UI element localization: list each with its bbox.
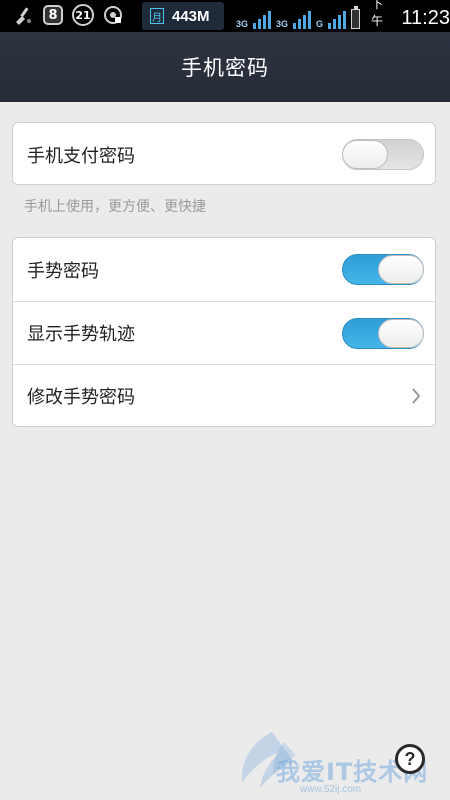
payment-password-label: 手机支付密码: [27, 145, 135, 167]
show-gesture-trace-toggle[interactable]: [342, 318, 424, 349]
toggle-knob: [378, 255, 424, 284]
show-gesture-trace-row[interactable]: 显示手势轨迹: [13, 301, 435, 364]
gesture-password-toggle[interactable]: [342, 254, 424, 285]
signal-strength-icon: [293, 9, 312, 29]
signal-strength-icon: [253, 9, 272, 29]
change-gesture-password-row[interactable]: 修改手势密码: [13, 364, 435, 427]
payment-password-row[interactable]: 手机支付密码: [13, 123, 435, 186]
moon-icon: 月: [150, 8, 164, 24]
chevron-right-icon: [412, 388, 421, 404]
battery-icon: [351, 6, 361, 29]
network-speed-indicator: 月 443M: [142, 2, 224, 30]
cleaner-icon: [12, 4, 34, 26]
payment-password-card: 手机支付密码: [12, 122, 436, 185]
disc-icon: [103, 4, 123, 26]
network-speed: 443M: [172, 7, 210, 25]
page-title: 手机密码: [181, 56, 269, 80]
status-bar: 8 21 月 443M 3G 3G G 下午 11:23: [0, 0, 450, 32]
toggle-knob: [378, 319, 424, 348]
gesture-password-card: 手势密码 显示手势轨迹 修改手势密码: [12, 237, 436, 427]
network-type-label: 3G: [236, 19, 249, 29]
am-pm-label: 下午: [371, 0, 384, 28]
payment-password-toggle[interactable]: [342, 139, 424, 170]
toggle-knob: [342, 140, 388, 169]
help-button[interactable]: ?: [395, 744, 425, 774]
notification-badge-icon: 8: [43, 5, 63, 25]
calendar-badge-icon: 21: [72, 4, 94, 26]
watermark-url: www.52ij.com: [300, 784, 362, 795]
gesture-password-label: 手势密码: [27, 260, 99, 282]
title-bar: 手机密码: [0, 32, 450, 102]
signal-strength-icon: [328, 9, 347, 29]
network-type-label: 3G: [276, 19, 289, 29]
show-gesture-trace-label: 显示手势轨迹: [27, 324, 135, 345]
network-type-label: G: [316, 19, 324, 29]
clock: 11:23: [401, 7, 450, 29]
gesture-password-row[interactable]: 手势密码: [13, 238, 435, 301]
change-gesture-password-label: 修改手势密码: [27, 387, 135, 408]
payment-password-hint: 手机上使用，更方便、更快捷: [24, 199, 206, 215]
